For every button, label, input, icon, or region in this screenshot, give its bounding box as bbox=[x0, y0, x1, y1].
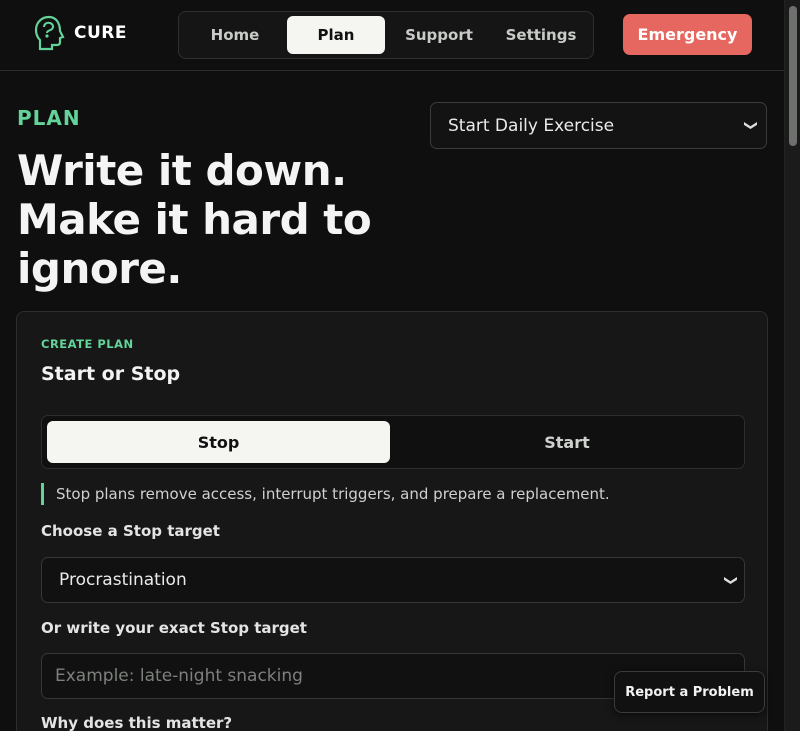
toggle-start-option[interactable]: Start bbox=[394, 421, 740, 463]
brand-logo[interactable]: CURE bbox=[32, 14, 127, 52]
card-title: Start or Stop bbox=[41, 363, 181, 385]
page-headline: Write it down. Make it hard to ignore. bbox=[17, 146, 372, 293]
plan-hint: Stop plans remove access, interrupt trig… bbox=[41, 483, 610, 505]
nav-support[interactable]: Support bbox=[385, 16, 493, 54]
main-nav: Home Plan Support Settings bbox=[178, 11, 594, 59]
stop-target-select-value: Procrastination bbox=[59, 570, 187, 590]
nav-plan[interactable]: Plan bbox=[287, 16, 385, 54]
nav-settings[interactable]: Settings bbox=[493, 16, 589, 54]
stop-target-select[interactable]: Procrastination ❯ bbox=[41, 557, 745, 603]
scrollbar-thumb[interactable] bbox=[789, 6, 797, 146]
target-input-label: Or write your exact Stop target bbox=[41, 619, 307, 637]
emergency-button[interactable]: Emergency bbox=[623, 14, 752, 55]
start-stop-toggle: Stop Start bbox=[41, 415, 745, 469]
create-plan-card: CREATE PLAN Start or Stop Stop Start Sto… bbox=[16, 311, 768, 731]
chevron-down-icon: ❯ bbox=[723, 574, 739, 586]
section-label: PLAN bbox=[17, 106, 81, 130]
brand-name: CURE bbox=[74, 23, 127, 43]
target-select-label: Choose a Stop target bbox=[41, 522, 220, 540]
why-label: Why does this matter? bbox=[41, 714, 233, 731]
toggle-stop-option[interactable]: Stop bbox=[47, 421, 390, 463]
card-eyebrow: CREATE PLAN bbox=[41, 337, 134, 351]
top-header: CURE Home Plan Support Settings Emergenc… bbox=[0, 0, 784, 71]
page-scrollbar[interactable] bbox=[784, 0, 800, 731]
nav-home[interactable]: Home bbox=[183, 16, 287, 54]
report-problem-button[interactable]: Report a Problem bbox=[614, 671, 765, 713]
quick-plan-select[interactable]: Start Daily Exercise ❯ bbox=[430, 102, 767, 149]
chevron-down-icon: ❯ bbox=[743, 120, 759, 131]
quick-plan-select-value: Start Daily Exercise bbox=[448, 115, 615, 136]
head-icon bbox=[34, 15, 65, 51]
